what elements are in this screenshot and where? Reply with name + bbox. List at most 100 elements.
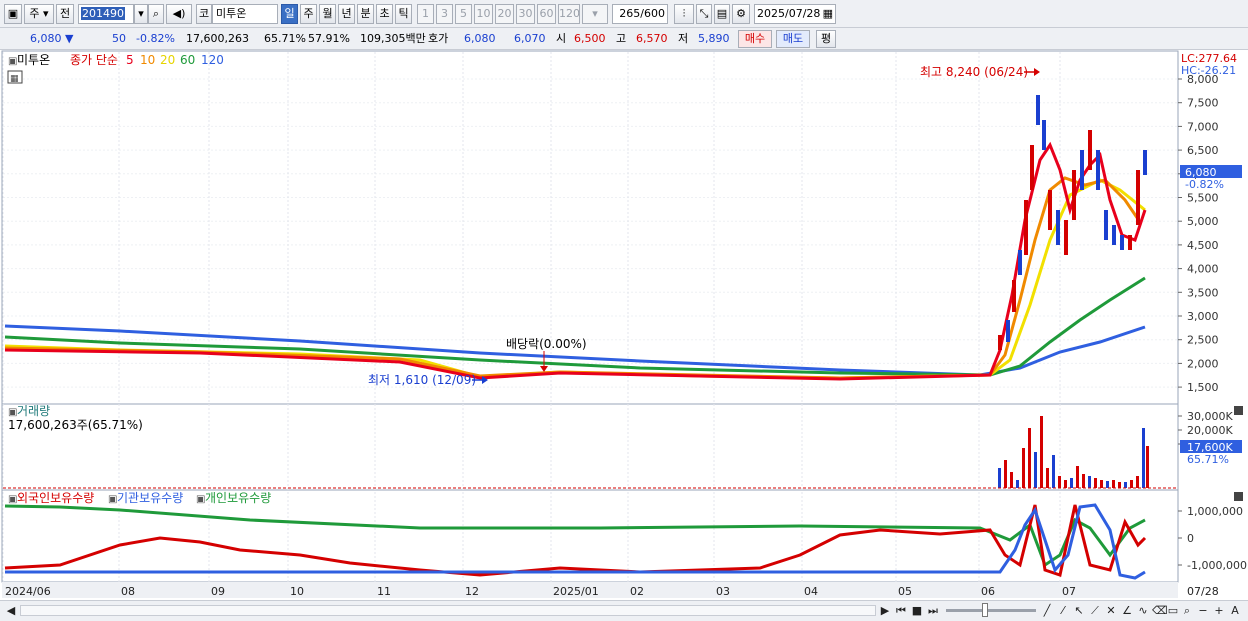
interval-120[interactable]: 120 (558, 4, 580, 24)
buy-button[interactable]: 매수 (738, 30, 772, 48)
interval-20[interactable]: 20 (495, 4, 514, 24)
code-dropdown-icon[interactable]: ▾ (134, 4, 148, 24)
fast-forward-icon[interactable]: ⏭ (926, 603, 940, 619)
interval-10[interactable]: 10 (474, 4, 493, 24)
volume-ratio: 65.71% (264, 32, 306, 45)
price-tick-label: 7,500 (1187, 97, 1219, 110)
zoom-slider-handle[interactable] (982, 603, 988, 617)
chart-canvas[interactable]: ▣ 미투온 종가 단순 5 10 20 60 120 ▦ LC:277.64 H… (0, 50, 1248, 600)
draw-line-icon[interactable]: ╱ (1040, 603, 1054, 619)
window-menu-icon[interactable]: ▣ (4, 4, 22, 24)
x-axis-label: 07/28 (1187, 585, 1219, 598)
period-day[interactable]: 일 (281, 4, 298, 24)
market-select[interactable]: 주 ▾ (24, 4, 54, 24)
price-tick-label: 2,000 (1187, 357, 1219, 370)
price-tick-label: 5,500 (1187, 192, 1219, 205)
volume-panel-frame (1, 403, 1179, 491)
period-tick[interactable]: 틱 (395, 4, 412, 24)
volume-bar (1136, 476, 1139, 488)
price-tick-label: 3,500 (1187, 286, 1219, 299)
holdings-tick-label: 0 (1187, 532, 1194, 545)
table-grid-glyph: ▦ (10, 74, 19, 84)
stock-code-input[interactable]: 201490 (78, 4, 134, 24)
holdings-close-icon[interactable] (1234, 492, 1243, 501)
volume-bar (1082, 474, 1085, 488)
zoom-in-icon[interactable]: + (1212, 603, 1226, 619)
interval-5[interactable]: 5 (455, 4, 472, 24)
eval-button[interactable]: 평 (816, 30, 836, 48)
fib-icon[interactable]: ⟋ (1088, 603, 1102, 619)
stock-name-field[interactable]: 미투온 (212, 4, 278, 24)
rewind-icon[interactable]: ⏮ (894, 603, 908, 619)
x-axis-label: 02 (630, 585, 644, 598)
price-axis: 8,0007,5007,0006,5006,0005,5005,0004,500… (1178, 73, 1219, 394)
cross-icon[interactable]: ✕ (1104, 603, 1118, 619)
bid-price: 6,070 (514, 32, 546, 45)
count-field[interactable]: 265/600 (612, 4, 668, 24)
legend-ma-60: 60 (180, 53, 195, 67)
high-annotation: 최고 8,240 (06/24) (920, 65, 1028, 79)
zoom-icon[interactable]: ⌕ (1180, 603, 1194, 619)
candle (1024, 200, 1028, 255)
font-size-icon[interactable]: A (1228, 603, 1242, 619)
low-annotation: 최저 1,610 (12/09) (368, 373, 476, 387)
stop-icon[interactable]: ■ (910, 603, 924, 619)
volume-bar (1064, 480, 1067, 488)
trend-icon[interactable]: ⁄ (1056, 603, 1070, 619)
legend-stock-name: 미투온 (17, 53, 50, 67)
chart-nav-bar: ◀ ▶ ⏮ ■ ⏭ ╱ ⁄ ↖ ⟋ ✕ ∠ ∿ ⌫ ▭ ⌕ − + A (0, 600, 1248, 621)
draw-tool-icon[interactable]: ⤡ (696, 4, 712, 24)
erase-icon[interactable]: ⌫ (1152, 603, 1168, 619)
interval-60[interactable]: 60 (537, 4, 556, 24)
volume-bar (998, 468, 1001, 488)
volume-bar (1094, 478, 1097, 488)
candle (1006, 320, 1010, 342)
period-month[interactable]: 월 (319, 4, 336, 24)
scrollbar-track[interactable] (20, 605, 876, 616)
volume-close-icon[interactable] (1234, 406, 1243, 415)
period-minute[interactable]: 분 (357, 4, 374, 24)
x-axis-label: 03 (716, 585, 730, 598)
x-axis-label: 12 (465, 585, 479, 598)
volume-bar (1146, 446, 1149, 488)
interval-30[interactable]: 30 (516, 4, 535, 24)
chat-icon[interactable]: ▭ (1166, 603, 1180, 619)
x-axis-label: 2024/06 (5, 585, 51, 598)
interval-3[interactable]: 3 (436, 4, 453, 24)
candle (1030, 145, 1034, 190)
volume-bar (1052, 455, 1055, 488)
legend-ma-20: 20 (160, 53, 175, 67)
holdings-axis: 1,000,000 0 -1,000,000 (1178, 505, 1247, 572)
search-icon[interactable]: ⌕ (148, 4, 164, 24)
period-second[interactable]: 초 (376, 4, 393, 24)
volume-readout: 17,600,263주(65.71%) (8, 418, 143, 432)
period-week[interactable]: 주 (300, 4, 317, 24)
angle-icon[interactable]: ∠ (1120, 603, 1134, 619)
calendar-icon[interactable]: ▦ (823, 5, 833, 23)
legend-foreign-holdings: 외국인보유수량 (17, 491, 94, 505)
interval-1[interactable]: 1 (417, 4, 434, 24)
co-button[interactable]: 코 (196, 4, 212, 24)
speaker-icon[interactable]: ◀) (166, 4, 192, 24)
prev-button[interactable]: 전 (56, 4, 74, 24)
zoom-slider[interactable] (946, 609, 1036, 612)
gear-icon[interactable]: ⚙ (732, 4, 750, 24)
period-year[interactable]: 년 (338, 4, 355, 24)
wave-icon[interactable]: ∿ (1136, 603, 1150, 619)
x-axis-label: 06 (981, 585, 995, 598)
interval-dropdown[interactable]: ▾ (582, 4, 608, 24)
scroll-right-icon[interactable]: ▶ (878, 603, 892, 619)
volume-bar (1124, 482, 1127, 488)
sell-button[interactable]: 매도 (776, 30, 810, 48)
save-icon[interactable]: ▤ (714, 4, 730, 24)
candle (1096, 150, 1100, 190)
x-axis-label: 09 (211, 585, 225, 598)
candle (1120, 235, 1124, 250)
cursor-icon[interactable]: ↖ (1072, 603, 1086, 619)
volume-bar (1100, 480, 1103, 488)
date-field[interactable]: 2025/07/28 ▦ (754, 4, 836, 24)
candle-type-icon[interactable]: ⫶ (674, 4, 694, 24)
scroll-left-icon[interactable]: ◀ (4, 603, 18, 619)
zoom-out-icon[interactable]: − (1196, 603, 1210, 619)
chart-area[interactable]: ▣ 미투온 종가 단순 5 10 20 60 120 ▦ LC:277.64 H… (0, 50, 1248, 600)
